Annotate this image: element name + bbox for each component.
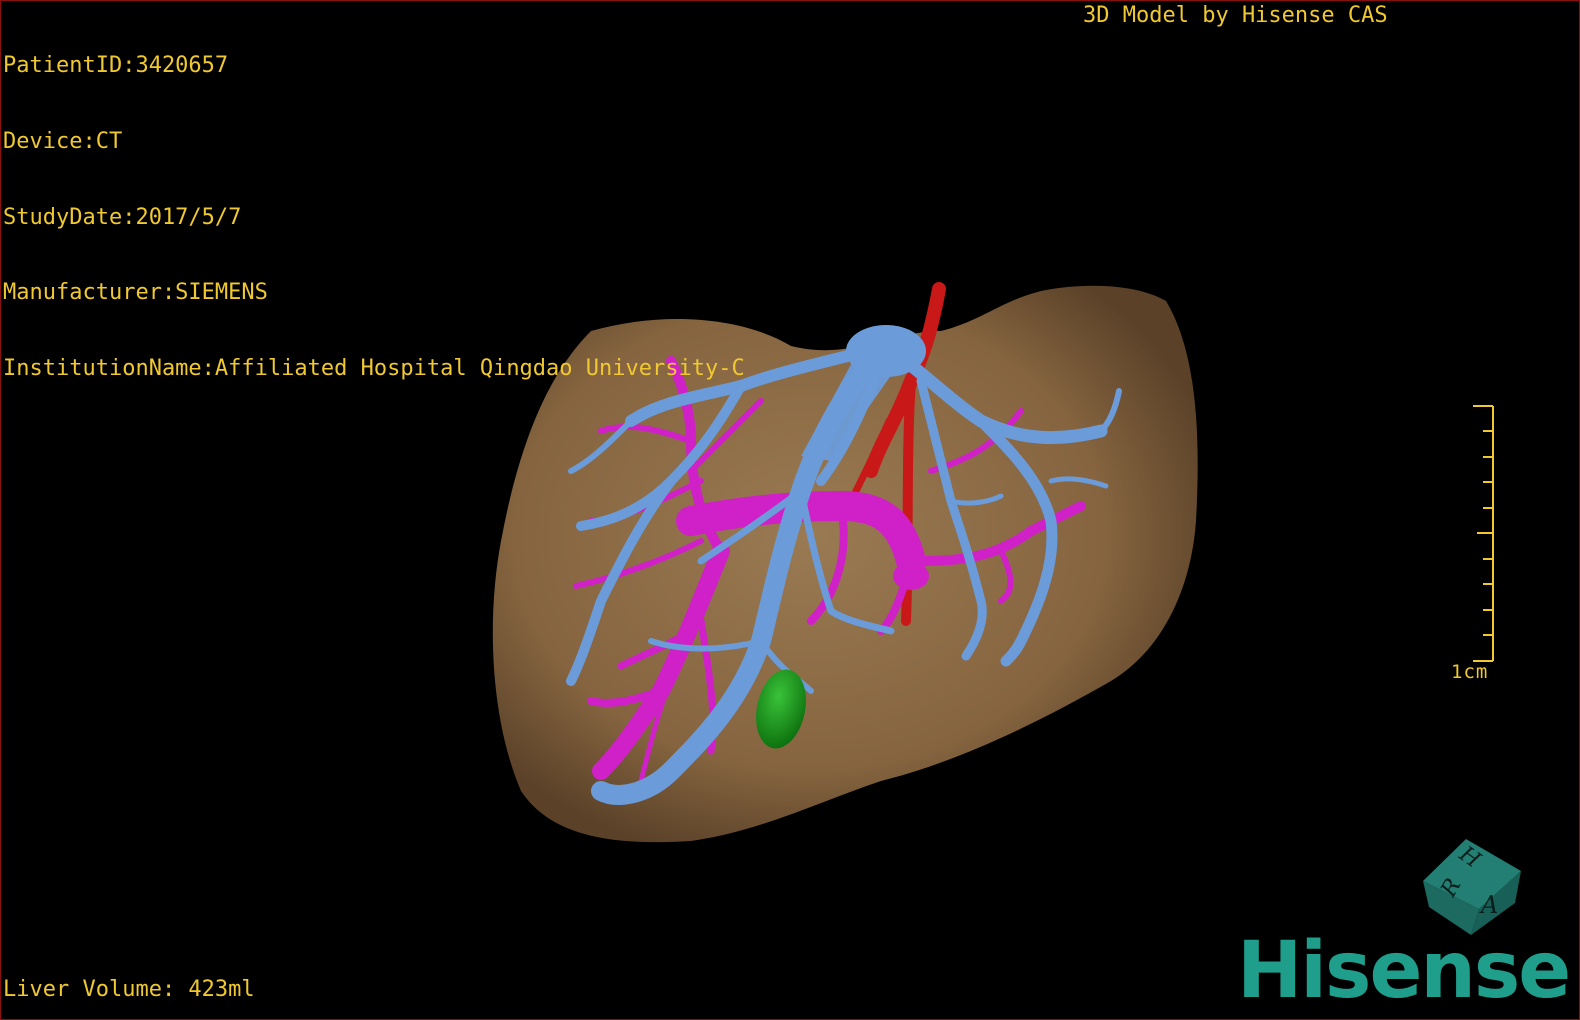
institution-name: InstitutionName:Affiliated Hospital Qing… (3, 355, 745, 381)
patient-id: PatientID:3420657 (3, 53, 229, 79)
device: Device:CT (3, 129, 123, 154)
manufacturer: Manufacturer:SIEMENS (3, 280, 268, 306)
study-date: StudyDate:2017/5/7 (3, 204, 242, 230)
scale-ruler (1473, 405, 1494, 662)
orientation-face-a: A (1479, 891, 1498, 919)
hepatic-vein-node (893, 562, 929, 590)
liver-volume: Liver Volume: 423ml (3, 977, 255, 1002)
model-credit: 3D Model by Hisense CAS (1083, 3, 1388, 28)
hisense-logo: Hisense (1237, 926, 1571, 1016)
3d-viewport[interactable]: PatientID:3420657 Device:CT StudyDate:20… (0, 0, 1580, 1020)
scale-label: 1cm (1451, 661, 1489, 683)
patient-info-overlay: PatientID:3420657 Device:CT StudyDate:20… (3, 3, 745, 431)
orientation-cube[interactable]: H A R (1411, 831, 1531, 941)
